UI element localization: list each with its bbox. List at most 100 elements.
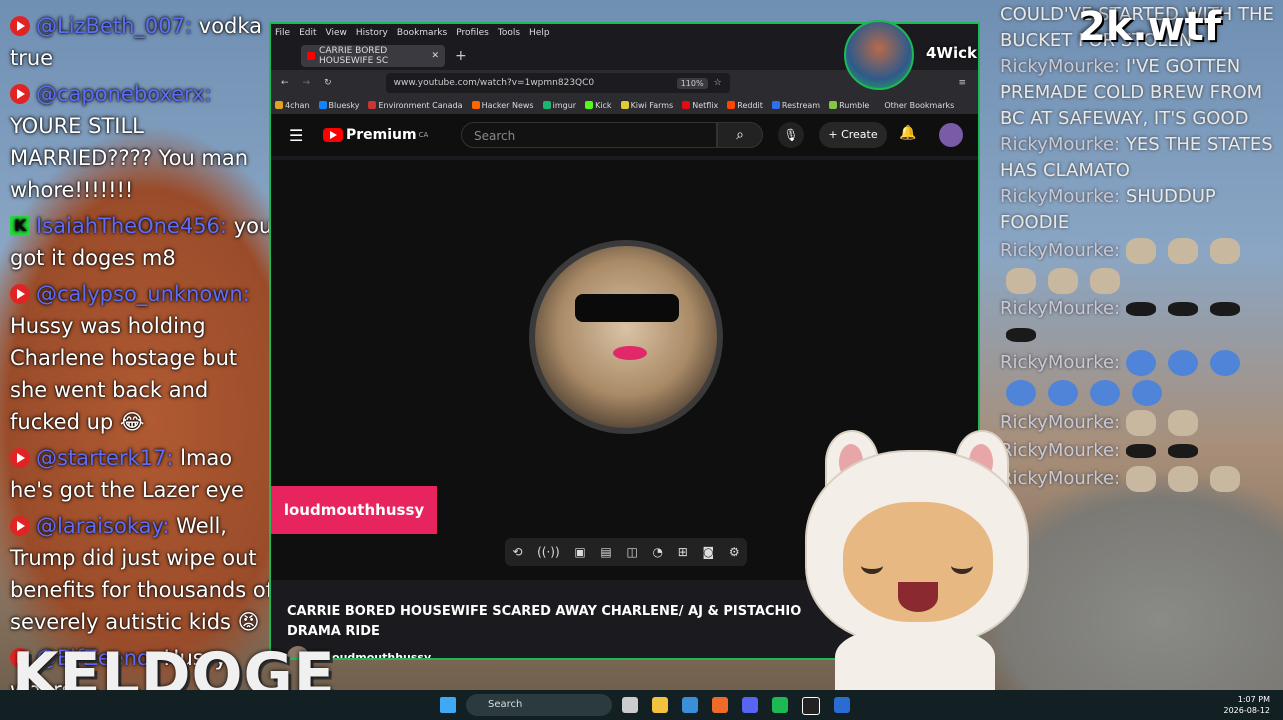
star-icon[interactable]: ☆	[714, 78, 722, 88]
chat-username: @starterk17:	[36, 446, 174, 470]
close-tab-icon[interactable]: ✕	[431, 51, 439, 61]
tab-title: CARRIE BORED HOUSEWIFE SC	[319, 46, 389, 66]
captions-icon[interactable]: ▣	[574, 545, 585, 559]
menu-profiles[interactable]: Profiles	[456, 28, 489, 38]
restream-icon[interactable]	[802, 697, 820, 715]
other-bookmarks[interactable]: Other Bookmarks	[884, 101, 954, 110]
youtube-icon	[10, 84, 30, 104]
shocked-emote-icon	[1210, 350, 1241, 376]
bookmark-item[interactable]: Reddit	[727, 100, 763, 110]
loop-icon[interactable]: ⟲	[512, 545, 522, 559]
chat-message: RickyMourke: I'VE GOTTEN PREMADE COLD BR…	[1000, 54, 1283, 132]
menu-edit[interactable]: Edit	[299, 28, 316, 38]
bookmark-item[interactable]: Environment Canada	[368, 100, 463, 110]
taskbar-apps	[622, 697, 864, 715]
new-tab-icon[interactable]: +	[455, 48, 467, 64]
bookmark-item[interactable]: Rumble	[829, 100, 869, 110]
fist-emote-icon	[1168, 466, 1199, 492]
chat-username: @laraisokay:	[36, 514, 170, 538]
fist-emote-icon	[1126, 410, 1157, 436]
discord-icon[interactable]	[742, 697, 758, 713]
kick-icon	[10, 210, 30, 242]
frog-emote-icon	[1126, 238, 1157, 264]
frog-emote-icon	[1048, 268, 1078, 294]
search-button[interactable]: ⌕	[717, 122, 763, 148]
chat-overlay-left: @LizBeth_007: vodka true @caponeboxerx: …	[10, 10, 278, 710]
chat-overlay-right: COULD'VE STARTED WITH THE BUCKET FOR STO…	[1000, 2, 1283, 494]
menu-tools[interactable]: Tools	[498, 28, 520, 38]
chat-username: RickyMourke:	[1000, 186, 1121, 207]
voice-search-button[interactable]: 🎙	[778, 122, 804, 148]
chat-username: RickyMourke:	[1000, 240, 1121, 261]
shocked-emote-icon	[1126, 350, 1157, 376]
cat-eye-right	[951, 557, 973, 574]
firefox-icon[interactable]	[712, 697, 728, 713]
cat-eye-left	[861, 557, 883, 574]
channel-name[interactable]: Loudmouthhussy	[325, 651, 431, 659]
settings-gear-icon[interactable]: ⚙	[729, 545, 740, 559]
bookmark-item[interactable]: Kiwi Farms	[620, 100, 673, 110]
tab-youtube[interactable]: CARRIE BORED HOUSEWIFE SC ✕	[301, 45, 445, 67]
chat-message: RickyMourke: YES THE STATES HAS CLAMATO	[1000, 132, 1283, 184]
reload-icon[interactable]: ↻	[324, 78, 332, 88]
zoom-level[interactable]: 110%	[676, 77, 708, 89]
bookmark-item[interactable]: Hacker News	[471, 100, 534, 110]
obs-icon[interactable]	[772, 697, 788, 713]
youtube-icon	[10, 16, 30, 36]
copilot-icon[interactable]	[682, 697, 698, 713]
vtuber-cat-avatar	[795, 430, 1035, 720]
clip-icon[interactable]: ▤	[600, 545, 611, 559]
create-label: Create	[841, 128, 878, 141]
chat-message: RickyMourke:	[1000, 296, 1283, 348]
url-text: www.youtube.com/watch?v=1wpmn823QC0	[393, 78, 595, 88]
bookmarks-bar: 4chan Bluesky Environment Canada Hacker …	[271, 96, 978, 114]
menu-history[interactable]: History	[356, 28, 388, 38]
chat-message: RickyMourke:	[1000, 464, 1283, 494]
video-title: CARRIE BORED HOUSEWIFE SCARED AWAY CHARL…	[287, 604, 802, 639]
chat-message: IsaiahTheOne456: you got it doges m8	[10, 210, 278, 274]
youtube-icon	[10, 284, 30, 304]
add-icon[interactable]: ⊞	[678, 545, 688, 559]
outlook-icon[interactable]	[834, 697, 850, 713]
search-input[interactable]: Search	[461, 122, 717, 148]
youtube-icon	[10, 516, 30, 536]
youtube-logo[interactable]: Premium CA	[323, 127, 428, 143]
menu-file[interactable]: File	[275, 28, 290, 38]
menu-hamburger-icon[interactable]: ≡	[958, 78, 966, 88]
system-clock[interactable]: 1:07 PM 2026-08-12	[1220, 694, 1271, 716]
create-button[interactable]: + Create	[819, 122, 887, 148]
account-avatar[interactable]	[939, 123, 963, 147]
task-view-icon[interactable]	[622, 697, 638, 713]
menu-help[interactable]: Help	[529, 28, 550, 38]
taskbar-search[interactable]: Search	[466, 694, 612, 716]
screenshot-icon[interactable]: ◙	[702, 545, 714, 559]
pip-icon[interactable]: ◫	[626, 545, 637, 559]
forward-icon[interactable]: →	[303, 78, 311, 88]
url-bar[interactable]: www.youtube.com/watch?v=1wpmn823QC0 110%…	[385, 73, 730, 93]
guide-menu-icon[interactable]: ☰	[289, 126, 303, 145]
overlay-avatar	[844, 20, 914, 90]
file-explorer-icon[interactable]	[652, 697, 668, 713]
start-icon[interactable]	[440, 697, 456, 713]
broadcast-icon[interactable]: ((·))	[537, 545, 560, 559]
notifications-bell-icon[interactable]: 🔔	[899, 125, 916, 141]
menu-view[interactable]: View	[326, 28, 347, 38]
frog-emote-icon	[1210, 238, 1241, 264]
cat-emote-icon	[1168, 444, 1199, 458]
bookmark-item[interactable]: Bluesky	[318, 100, 359, 110]
menu-bookmarks[interactable]: Bookmarks	[397, 28, 447, 38]
cat-mouth	[898, 582, 938, 612]
chat-username: RickyMourke:	[1000, 298, 1121, 319]
shocked-emote-icon	[1132, 380, 1162, 406]
back-icon[interactable]: ←	[281, 78, 289, 88]
stream-brand-title: 2k.wtf	[1078, 4, 1222, 50]
frog-emote-icon	[1090, 268, 1120, 294]
bookmark-item[interactable]: imgur	[542, 100, 576, 110]
bookmark-item[interactable]: Netflix	[682, 100, 718, 110]
cat-emote-icon	[1126, 302, 1157, 316]
logo-text: Premium	[346, 127, 417, 143]
speed-icon[interactable]: ◔	[653, 545, 663, 559]
bookmark-item[interactable]: Kick	[585, 100, 612, 110]
bookmark-item[interactable]: 4chan	[275, 100, 310, 110]
bookmark-item[interactable]: Restream	[771, 100, 820, 110]
